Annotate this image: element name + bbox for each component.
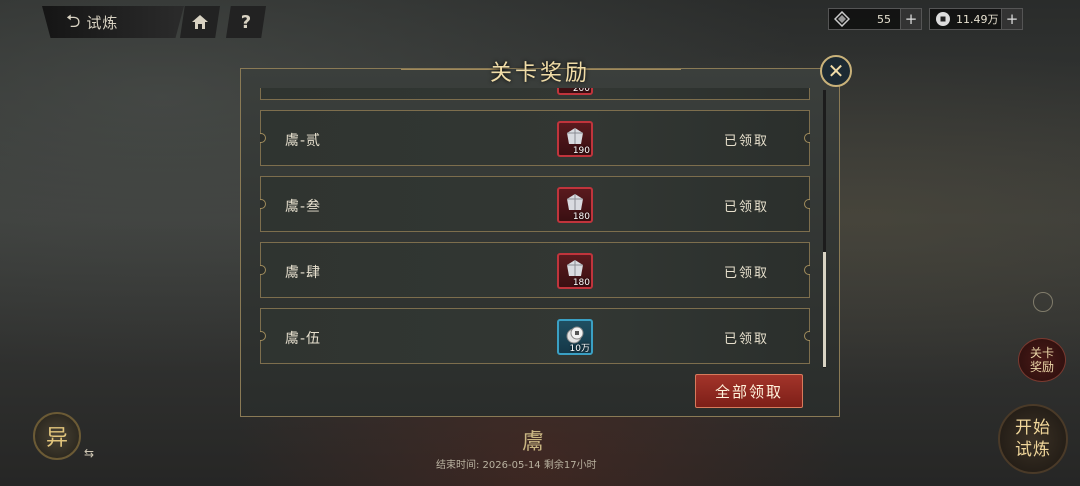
start-label-2: 试炼	[1015, 440, 1051, 460]
coin-add-button[interactable]: +	[1001, 9, 1022, 29]
start-label-1: 开始	[1015, 418, 1051, 438]
claimed-status: 已领取	[724, 134, 770, 149]
gem-resource: 55 +	[828, 8, 922, 30]
row-ornament-left	[260, 331, 266, 341]
reward-list[interactable]: 200 鬳-贰 190 已领取 鬳-叁 180 已领取 鬳-肆 180 已领取	[260, 88, 810, 370]
row-ornament-left	[260, 265, 266, 275]
reward-item[interactable]: 190	[557, 121, 593, 157]
coin-resource: 11.49万 +	[929, 8, 1023, 30]
coin-icon	[934, 10, 952, 28]
decorative-ring	[1033, 292, 1053, 312]
list-item: 鬳-伍 10万 已领取	[260, 308, 810, 364]
stage-name: 鬳-肆	[285, 265, 322, 281]
stage-name: 鬳-贰	[285, 133, 322, 149]
gem-count: 55	[877, 12, 891, 26]
reward-item[interactable]: 180	[557, 253, 593, 289]
row-ornament-right	[804, 133, 810, 143]
gem-icon	[833, 10, 851, 28]
reward-count: 200	[572, 88, 590, 94]
coin-count: 11.49万	[956, 13, 999, 26]
close-button[interactable]: ✕	[820, 55, 852, 87]
row-ornament-right	[804, 331, 810, 341]
row-ornament-right	[804, 265, 810, 275]
row-ornament-right	[804, 199, 810, 209]
help-icon: ?	[240, 11, 252, 33]
event-end-time: 结束时间: 2026-05-14 剩余17小时	[436, 460, 597, 471]
scrollbar-thumb[interactable]	[823, 252, 826, 367]
reward-item[interactable]: 180	[557, 187, 593, 223]
close-icon: ✕	[827, 59, 845, 83]
top-bar: ⮌ 试炼 ? 55 + 11.49万 +	[0, 0, 1080, 44]
reward-count: 180	[572, 278, 590, 288]
reward-count: 10万	[569, 344, 590, 354]
gem-add-button[interactable]: +	[900, 9, 921, 29]
stage-name: 鬳-叁	[285, 199, 322, 215]
home-button[interactable]	[180, 6, 220, 38]
stage-name: 鬳-伍	[285, 331, 322, 347]
reward-item[interactable]: 200	[557, 88, 593, 95]
reward-count: 190	[572, 146, 590, 156]
reward-item[interactable]: 10万	[557, 319, 593, 355]
list-item: 鬳-叁 180 已领取	[260, 176, 810, 232]
swap-arrows-icon: ⇆	[83, 446, 95, 460]
list-item: 鬳-贰 190 已领取	[260, 110, 810, 166]
back-arrow-icon: ⮌	[66, 11, 81, 32]
crystal-icon	[567, 128, 583, 144]
back-button[interactable]: ⮌ 试炼	[42, 6, 184, 38]
start-trial-button[interactable]: 开始 试炼	[998, 404, 1068, 474]
list-item: 200	[260, 88, 810, 100]
stage-reward-label-1: 关卡	[1029, 346, 1054, 360]
swap-button[interactable]: 异	[33, 412, 81, 460]
help-button[interactable]: ?	[226, 6, 266, 38]
back-label: 试炼	[86, 13, 119, 32]
crystal-icon	[567, 194, 583, 210]
reward-count: 180	[572, 212, 590, 222]
claim-all-button[interactable]: 全部领取	[695, 374, 803, 408]
claimed-status: 已领取	[724, 332, 770, 347]
modal-title: 关卡奖励	[489, 61, 590, 86]
list-item: 鬳-肆 180 已领取	[260, 242, 810, 298]
stage-reward-label-2: 奖励	[1029, 360, 1054, 374]
row-ornament-left	[260, 199, 266, 209]
swap-label: 异	[45, 426, 68, 451]
row-ornament-left	[260, 133, 266, 143]
stage-reward-button[interactable]: 关卡 奖励	[1018, 338, 1066, 382]
boss-name: 鬳	[522, 430, 545, 455]
crystal-icon	[567, 260, 583, 276]
home-icon	[192, 15, 208, 29]
claimed-status: 已领取	[724, 266, 770, 281]
claimed-status: 已领取	[724, 200, 770, 215]
